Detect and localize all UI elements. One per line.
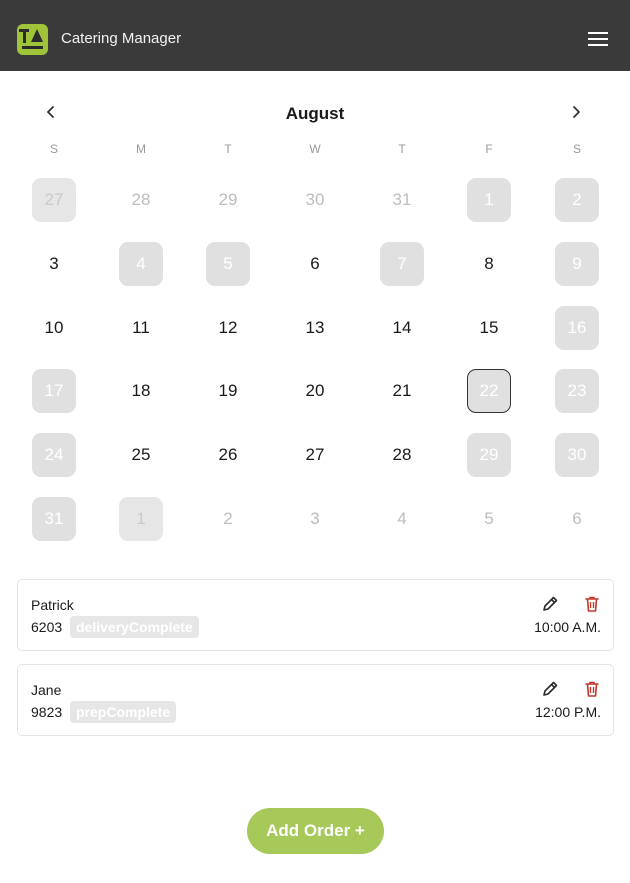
calendar-day-outside: 29 <box>218 190 238 209</box>
calendar-day[interactable]: 27 <box>293 433 337 477</box>
order-customer-name: Jane <box>31 682 62 698</box>
calendar-day[interactable]: 13 <box>293 306 337 350</box>
calendar-day-disabled: 7 <box>380 242 424 286</box>
calendar-day-outside: 4 <box>397 509 407 528</box>
calendar-day-outside: 6 <box>572 509 582 528</box>
calendar-day-disabled: 5 <box>206 242 250 286</box>
trash-icon[interactable] <box>582 679 602 699</box>
calendar-day-disabled: 31 <box>32 497 76 541</box>
calendar-day[interactable]: 21 <box>380 369 424 413</box>
calendar-day-disabled: 9 <box>555 242 599 286</box>
company-logo-icon <box>17 24 48 55</box>
calendar-day[interactable]: 3 <box>32 242 76 286</box>
calendar-day-disabled: 4 <box>119 242 163 286</box>
month-title: August <box>285 104 345 123</box>
calendar-day[interactable]: 18 <box>119 369 163 413</box>
calendar-day-outside: 31 <box>392 190 412 209</box>
calendar-day[interactable]: 25 <box>119 433 163 477</box>
order-customer-name: Patrick <box>31 597 74 613</box>
calendar-day-outside: 30 <box>305 190 325 209</box>
trash-icon[interactable] <box>582 594 602 614</box>
calendar-day-outside: 27 <box>32 178 76 222</box>
calendar-day[interactable]: 12 <box>206 306 250 350</box>
chevron-left-icon <box>47 106 54 118</box>
order-number: 9823 <box>31 704 63 720</box>
weekday-label: M <box>136 142 146 156</box>
calendar-day-disabled: 24 <box>32 433 76 477</box>
hamburger-menu-icon[interactable] <box>588 32 608 47</box>
calendar-day[interactable]: 11 <box>119 306 163 350</box>
calendar-day-disabled: 1 <box>467 178 511 222</box>
weekday-label: F <box>485 142 493 156</box>
prev-month-button[interactable] <box>39 100 63 124</box>
chevron-right-icon <box>573 106 580 118</box>
weekday-label: T <box>224 142 232 156</box>
calendar-day[interactable]: 20 <box>293 369 337 413</box>
calendar-day-selected[interactable]: 22 <box>467 369 511 413</box>
calendar-day-disabled: 30 <box>555 433 599 477</box>
weekday-label: W <box>309 142 321 156</box>
calendar-day-disabled: 17 <box>32 369 76 413</box>
order-time: 10:00 A.M. <box>534 619 601 635</box>
calendar-day-outside: 28 <box>131 190 151 209</box>
calendar-day[interactable]: 10 <box>32 306 76 350</box>
pencil-icon[interactable] <box>540 679 560 699</box>
pencil-icon[interactable] <box>540 594 560 614</box>
app-title: Catering Manager <box>61 30 182 47</box>
order-time: 12:00 P.M. <box>535 704 601 720</box>
calendar-day[interactable]: 26 <box>206 433 250 477</box>
order-card[interactable]: Patrick 6203 deliveryComplete 10:00 A.M. <box>17 579 614 651</box>
app-header: Catering Manager <box>0 0 630 71</box>
weekday-label: S <box>49 142 58 156</box>
calendar-day[interactable]: 6 <box>293 242 337 286</box>
weekday-label: T <box>398 142 406 156</box>
calendar-day[interactable]: 28 <box>380 433 424 477</box>
add-order-button[interactable]: Add Order + <box>247 808 384 854</box>
calendar-day-disabled: 2 <box>555 178 599 222</box>
weekday-label: S <box>572 142 581 156</box>
calendar-day-outside: 5 <box>484 509 494 528</box>
order-status-badge: deliveryComplete <box>70 616 199 638</box>
order-number: 6203 <box>31 619 63 635</box>
order-card[interactable]: Jane 9823 prepComplete 12:00 P.M. <box>17 664 614 736</box>
calendar-day[interactable]: 15 <box>467 306 511 350</box>
calendar-day-disabled: 16 <box>555 306 599 350</box>
calendar-day-outside: 2 <box>223 509 233 528</box>
calendar-day-outside: 1 <box>119 497 163 541</box>
order-status-badge: prepComplete <box>70 701 177 723</box>
calendar-day[interactable]: 19 <box>206 369 250 413</box>
calendar-day-disabled: 29 <box>467 433 511 477</box>
next-month-button[interactable] <box>564 100 588 124</box>
calendar-day[interactable]: 8 <box>467 242 511 286</box>
calendar-day-disabled: 23 <box>555 369 599 413</box>
calendar-day-outside: 3 <box>310 509 320 528</box>
calendar-day[interactable]: 14 <box>380 306 424 350</box>
